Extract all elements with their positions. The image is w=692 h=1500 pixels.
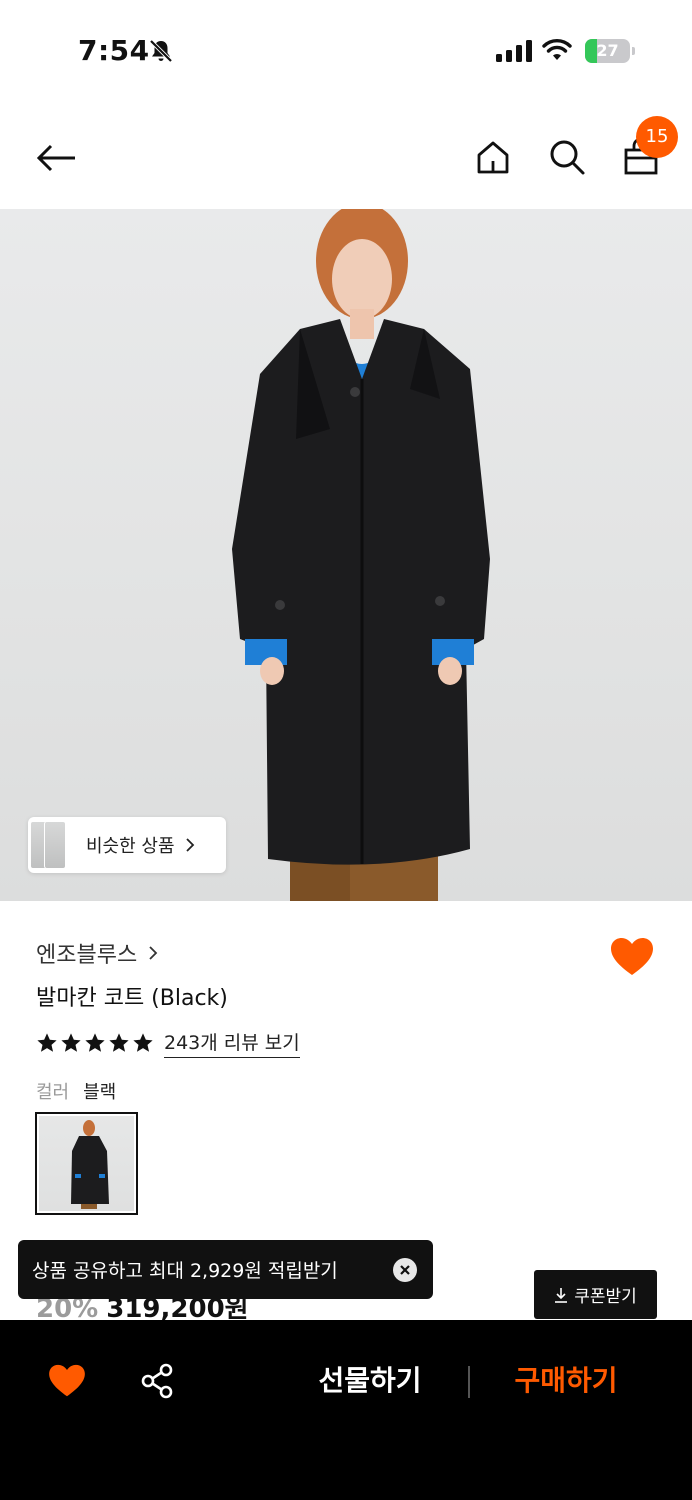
similar-products-thumbnails (30, 817, 66, 873)
back-button[interactable] (30, 132, 82, 184)
star-icon (133, 1033, 153, 1052)
rating-stars (36, 1032, 154, 1054)
similar-products-button[interactable]: 비슷한 상품 (28, 817, 226, 873)
bottom-wishlist-button[interactable] (44, 1358, 90, 1404)
status-time: 7:54 (78, 34, 150, 67)
color-label: 컬러 (36, 1082, 70, 1103)
download-icon (555, 1287, 568, 1303)
search-button[interactable] (542, 132, 592, 182)
brand-name: 엔조블루스 (36, 943, 138, 968)
buy-button[interactable]: 구매하기 (496, 1356, 636, 1406)
star-icon (109, 1033, 129, 1052)
coupon-label: 쿠폰받기 (574, 1287, 637, 1307)
rating-row: 243개 리뷰 보기 (36, 1028, 300, 1058)
home-icon (477, 141, 509, 174)
share-reward-toast[interactable]: 상품 공유하고 최대 2,929원 적립받기 (18, 1240, 433, 1299)
share-icon (141, 1363, 173, 1399)
star-icon (61, 1033, 81, 1052)
gift-button[interactable]: 선물하기 (300, 1356, 440, 1406)
product-photo (232, 209, 490, 901)
review-link[interactable]: 243개 리뷰 보기 (164, 1028, 300, 1058)
chevron-right-icon (185, 838, 194, 852)
close-icon (400, 1265, 410, 1275)
share-button[interactable] (134, 1358, 180, 1404)
wishlist-heart-button[interactable] (608, 934, 656, 980)
toast-close-button[interactable] (393, 1258, 417, 1282)
bottom-action-bar: 선물하기 구매하기 (0, 1320, 692, 1500)
color-option-thumbnail (71, 1120, 109, 1209)
star-icon (37, 1033, 57, 1052)
star-icon (85, 1033, 105, 1052)
similar-products-label: 비슷한 상품 (86, 836, 175, 857)
nav-bar: 15 (0, 110, 692, 206)
battery-percent: 27 (596, 41, 619, 60)
battery-indicator: 27 (585, 39, 635, 63)
toast-text: 상품 공유하고 최대 2,929원 적립받기 (32, 1260, 338, 1282)
wifi-icon (542, 39, 572, 60)
color-option-black[interactable] (35, 1112, 138, 1215)
product-image[interactable] (0, 209, 692, 901)
status-bar: 7:54 27 (0, 0, 692, 100)
coupon-button[interactable]: 쿠폰받기 (534, 1270, 657, 1319)
color-value: 블랙 (83, 1082, 117, 1103)
divider (468, 1366, 470, 1398)
heart-icon (611, 938, 653, 975)
cart-count-badge: 15 (636, 116, 678, 158)
heart-icon (49, 1364, 85, 1397)
chevron-right-icon (149, 946, 158, 960)
product-title: 발마칸 코트 (Black) (36, 986, 228, 1011)
brand-link[interactable]: 엔조블루스 (36, 937, 159, 969)
home-button[interactable] (468, 132, 518, 182)
arrow-left-icon (36, 144, 75, 172)
bell-off-icon (149, 39, 173, 63)
color-row: 컬러 블랙 (36, 1078, 116, 1104)
search-icon (550, 140, 585, 175)
cellular-signal-icon (496, 40, 532, 62)
